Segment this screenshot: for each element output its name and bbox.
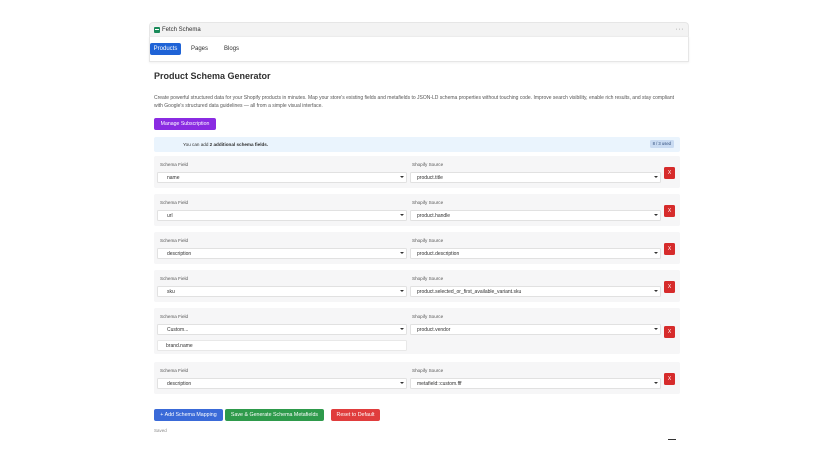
custom-field-value: brand.name [166,342,193,349]
select-value: product.vendor [417,326,451,333]
select-value: product.selected_or_first_available_vari… [417,288,522,295]
remove-mapping-button[interactable]: X [664,205,675,217]
mapping-row: Schema Field sku Shopify Source product.… [154,270,680,302]
chevron-down-icon [400,176,404,180]
schema-field-select[interactable]: description [157,378,407,389]
shopify-source-label: Shopify Source [412,276,444,281]
mapping-row: Schema Field Custom... brand.name Shopif… [154,308,680,354]
mapping-row: Schema Field description Shopify Source … [154,362,680,394]
tab-pages[interactable]: Pages [185,43,214,55]
scroll-indicator [668,439,676,440]
select-value: sku [167,288,175,295]
shopify-source-select[interactable]: product.handle [410,210,661,221]
shopify-source-select[interactable]: product.description [410,248,661,259]
chevron-down-icon [654,176,658,180]
manage-subscription-button[interactable]: Manage Subscription [154,118,216,130]
schema-field-label: Schema Field [160,314,189,319]
info-banner: You can add 2 additional schema fields. … [154,137,680,152]
shopify-source-select[interactable]: product.title [410,172,661,183]
mapping-row: Schema Field url Shopify Source product.… [154,194,680,226]
chevron-down-icon [400,290,404,294]
custom-schema-field-input[interactable]: brand.name [157,340,407,351]
shopify-source-label: Shopify Source [412,368,444,373]
select-value: product.title [417,174,443,181]
mapping-row: Schema Field name Shopify Source product… [154,156,680,188]
tab-blogs[interactable]: Blogs [218,43,245,55]
app-titlebar: Fetch Schema ··· [149,22,689,36]
select-value: url [167,212,173,219]
schema-field-select[interactable]: Custom... [157,324,407,335]
select-value: name [167,174,180,181]
select-value: description [167,250,192,257]
ellipsis-icon[interactable]: ··· [676,26,685,33]
page-title: Product Schema Generator [154,71,271,81]
remove-mapping-button[interactable]: X [664,167,675,179]
shopify-source-label: Shopify Source [412,238,444,243]
usage-badge: 8 / 3 used [649,140,674,148]
select-value: metafield::custom.fff [417,380,462,387]
schema-field-select[interactable]: sku [157,286,407,297]
chevron-down-icon [400,214,404,218]
reset-default-button[interactable]: Reset to Default [331,409,380,421]
chevron-down-icon [654,252,658,256]
schema-field-label: Schema Field [160,238,189,243]
shopify-source-label: Shopify Source [412,162,444,167]
chevron-down-icon [400,382,404,386]
select-value: Custom... [167,326,189,333]
select-value: description [167,380,192,387]
app-frame: Fetch Schema ··· Products Pages Blogs [149,22,689,62]
main-content: Product Schema Generator Create powerful… [0,62,828,466]
chevron-down-icon [400,252,404,256]
schema-field-label: Schema Field [160,368,189,373]
chevron-down-icon [654,328,658,332]
shopify-source-label: Shopify Source [412,200,444,205]
remove-mapping-button[interactable]: X [664,373,675,385]
chevron-down-icon [654,214,658,218]
shopify-source-label: Shopify Source [412,314,444,319]
chevron-down-icon [654,382,658,386]
select-value: product.handle [417,212,451,219]
schema-field-label: Schema Field [160,276,189,281]
remove-mapping-button[interactable]: X [664,326,675,338]
select-value: product.description [417,250,460,257]
page-description: Create powerful structured data for your… [154,95,674,109]
schema-field-select[interactable]: name [157,172,407,183]
chevron-down-icon [400,328,404,332]
tab-products[interactable]: Products [150,43,181,55]
save-generate-button[interactable]: Save & Generate Schema Metafields [225,409,324,421]
remove-mapping-button[interactable]: X [664,243,675,255]
shopify-source-select[interactable]: product.selected_or_first_available_vari… [410,286,661,297]
chevron-down-icon [654,290,658,294]
shopify-source-select[interactable]: metafield::custom.fff [410,378,661,389]
banner-text: You can add 2 additional schema fields. [183,142,269,147]
nav-tabs: Products Pages Blogs [149,36,689,62]
mapping-row: Schema Field description Shopify Source … [154,232,680,264]
schema-field-select[interactable]: url [157,210,407,221]
shopify-source-select[interactable]: product.vendor [410,324,661,335]
schema-field-label: Schema Field [160,200,189,205]
app-logo-icon [154,26,160,33]
schema-field-label: Schema Field [160,162,189,167]
app-title: Fetch Schema [162,26,201,33]
schema-field-select[interactable]: description [157,248,407,259]
remove-mapping-button[interactable]: X [664,281,675,293]
footer-note: Saved [154,428,167,433]
add-schema-mapping-button[interactable]: + Add Schema Mapping [154,409,223,421]
